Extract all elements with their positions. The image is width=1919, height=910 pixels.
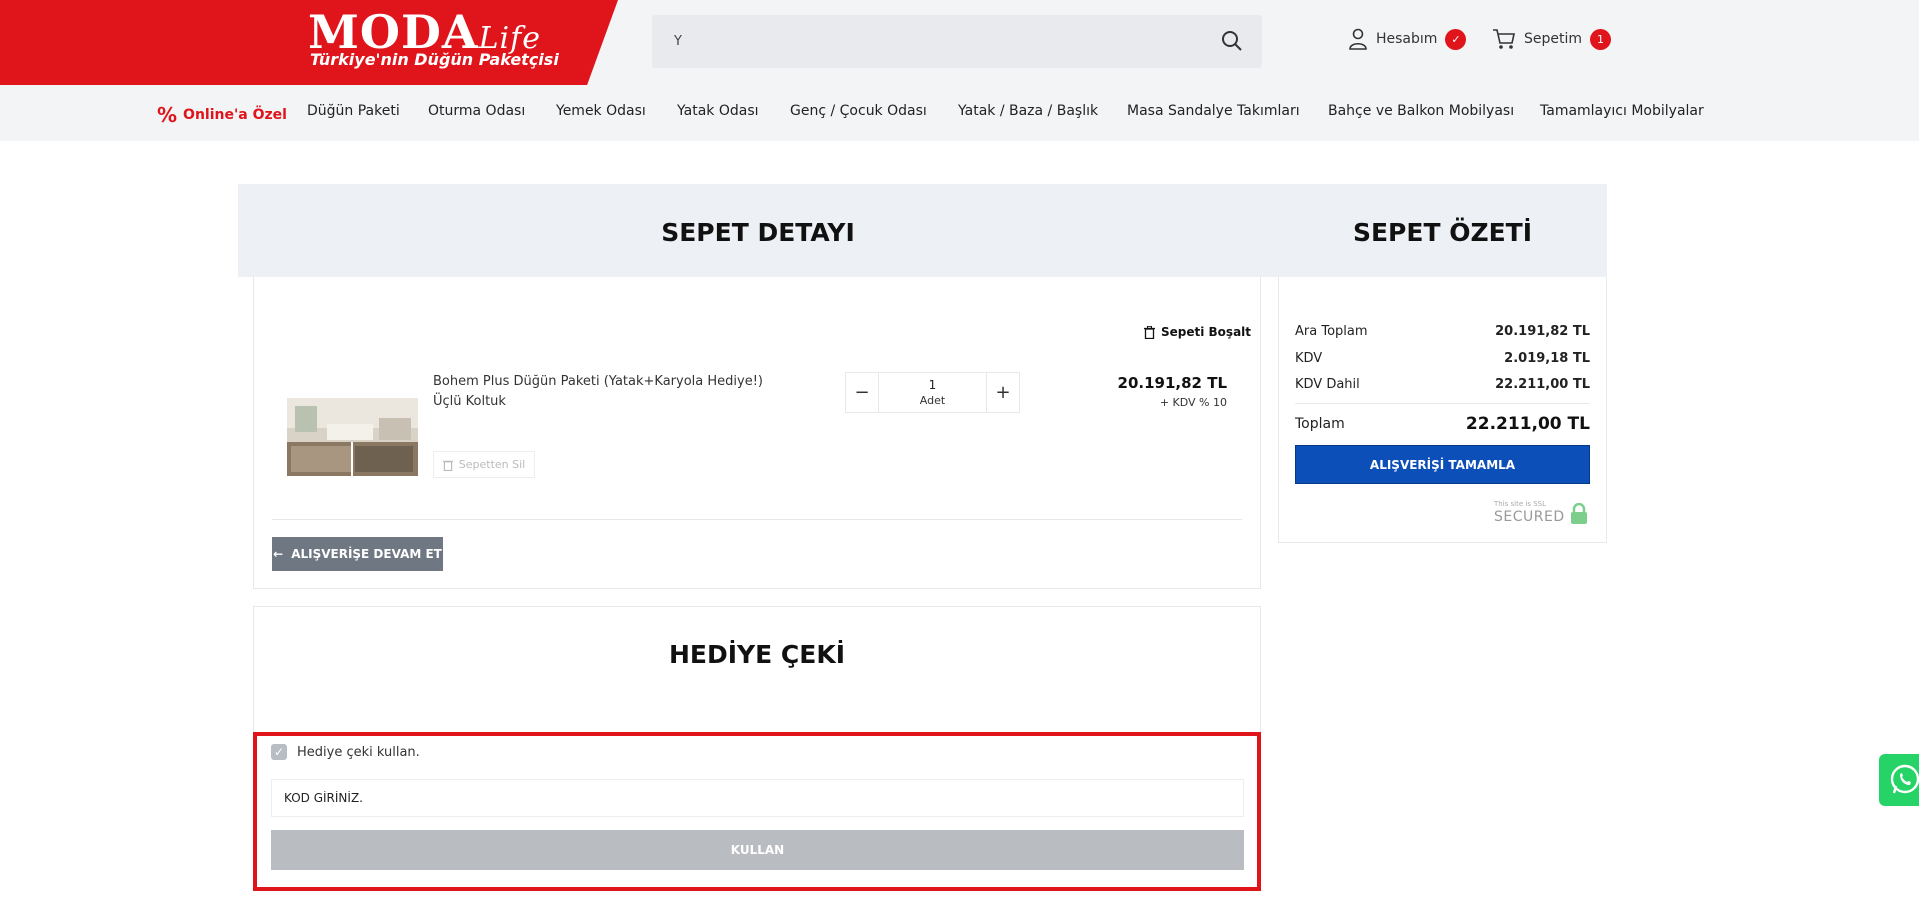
summary-header: SEPET ÖZETİ [1278, 184, 1607, 277]
cart-link[interactable]: Sepetim 1 [1492, 28, 1612, 50]
checkout-button[interactable]: ALIŞVERİŞİ TAMAMLA [1295, 445, 1590, 484]
empty-cart-label: Sepeti Boşalt [1161, 325, 1252, 339]
ssl-secured-text: SECURED [1494, 509, 1565, 525]
cart-icon [1493, 29, 1515, 49]
trash-icon [442, 460, 453, 471]
nav-item-label: Online'a Özel [183, 107, 287, 123]
quantity-stepper: − 1 Adet + [845, 372, 1020, 413]
subtotal-value: 20.191,82 TL [1495, 324, 1590, 339]
gift-card-checkbox-label: Hediye çeki kullan. [297, 744, 420, 760]
lock-icon [1571, 503, 1587, 524]
nav-item-yatak-baza[interactable]: Yatak / Baza / Başlık [958, 103, 1098, 119]
product-tax-note: + KDV % 10 [1159, 396, 1227, 409]
subtotal-row: Ara Toplam 20.191,82 TL [1295, 324, 1590, 339]
quantity-unit: Adet [919, 394, 946, 407]
cart-detail-title: SEPET DETAYI [661, 218, 855, 247]
ssl-badge: This site is SSL SECURED [1494, 500, 1590, 526]
continue-shopping-button[interactable]: ← ALIŞVERİŞE DEVAM ET [272, 537, 443, 571]
nav-item-tamamlayici[interactable]: Tamamlayıcı Mobilyalar [1540, 103, 1704, 119]
total-label: Toplam [1295, 416, 1345, 432]
subtotal-label: Ara Toplam [1295, 324, 1368, 339]
logo-tagline: Türkiye'nin Düğün Paketçisi [310, 50, 559, 69]
cart-detail-header: SEPET DETAYI [238, 184, 1278, 277]
site-header: MODALife Türkiye'nin Düğün Paketçisi Hes… [0, 0, 1919, 85]
cart-count-badge: 1 [1590, 28, 1612, 50]
tax-value: 2.019,18 TL [1504, 351, 1590, 366]
summary-title: SEPET ÖZETİ [1352, 218, 1533, 247]
continue-label: ALIŞVERİŞE DEVAM ET [291, 547, 442, 561]
nav-item-bahce-balkon[interactable]: Bahçe ve Balkon Mobilyası [1328, 103, 1514, 119]
remove-label: Sepetten Sil [458, 458, 526, 471]
gift-card-checkbox-row[interactable]: ✓ Hediye çeki kullan. [271, 744, 420, 760]
nav-item-genc-cocuk[interactable]: Genç / Çocuk Odası [790, 103, 927, 119]
tax-incl-label: KDV Dahil [1295, 377, 1360, 392]
nav-item-yemek-odasi[interactable]: Yemek Odası [556, 103, 646, 119]
user-icon [1349, 28, 1367, 50]
cart-divider [272, 519, 1242, 520]
account-label: Hesabım [1376, 31, 1438, 47]
whatsapp-button[interactable] [1879, 754, 1919, 806]
tax-row: KDV 2.019,18 TL [1295, 351, 1590, 366]
search-bar [652, 15, 1262, 68]
apply-gift-code-button[interactable]: KULLAN [271, 830, 1244, 870]
gift-code-input[interactable] [271, 779, 1244, 817]
total-row: Toplam 22.211,00 TL [1295, 414, 1590, 434]
account-check-badge: ✓ [1445, 28, 1467, 50]
product-image[interactable] [287, 398, 418, 476]
whatsapp-icon [1890, 764, 1919, 794]
tax-label: KDV [1295, 351, 1323, 366]
search-icon[interactable] [1220, 29, 1244, 53]
ssl-small-text: This site is SSL [1494, 500, 1547, 508]
tax-incl-value: 22.211,00 TL [1495, 377, 1590, 392]
gift-card-checkbox[interactable]: ✓ [271, 744, 287, 760]
nav-item-masa-sandalye[interactable]: Masa Sandalye Takımları [1127, 103, 1300, 119]
nav-item-dugun-paketi[interactable]: Düğün Paketi [307, 103, 400, 119]
product-price: 20.191,82 TL [1117, 374, 1227, 392]
cart-label: Sepetim [1524, 31, 1583, 47]
nav-item-oturma-odasi[interactable]: Oturma Odası [428, 103, 525, 119]
percent-icon: % [157, 103, 178, 127]
empty-cart-button[interactable]: Sepeti Boşalt [1144, 325, 1251, 339]
search-input[interactable] [652, 15, 1212, 68]
arrow-left-icon: ← [273, 547, 284, 561]
product-name[interactable]: Bohem Plus Düğün Paketi (Yatak+Karyola H… [433, 372, 793, 412]
account-link[interactable]: Hesabım ✓ [1348, 28, 1467, 50]
nav-item-online-ozel[interactable]: % Online'a Özel [157, 103, 287, 127]
quantity-field[interactable]: 1 Adet [878, 373, 987, 412]
remove-from-cart-button[interactable]: Sepetten Sil [433, 451, 535, 478]
nav-item-yatak-odasi[interactable]: Yatak Odası [677, 103, 759, 119]
total-value: 22.211,00 TL [1465, 414, 1590, 434]
decrease-quantity-button[interactable]: − [846, 373, 878, 412]
gift-card-title: HEDİYE ÇEKİ [668, 640, 846, 669]
increase-quantity-button[interactable]: + [987, 373, 1019, 412]
quantity-value: 1 [928, 378, 937, 392]
summary-divider [1295, 403, 1590, 404]
trash-icon [1144, 325, 1155, 339]
tax-incl-row: KDV Dahil 22.211,00 TL [1295, 377, 1590, 392]
main-nav: % Online'a Özel Düğün Paketi Oturma Odas… [0, 85, 1919, 141]
